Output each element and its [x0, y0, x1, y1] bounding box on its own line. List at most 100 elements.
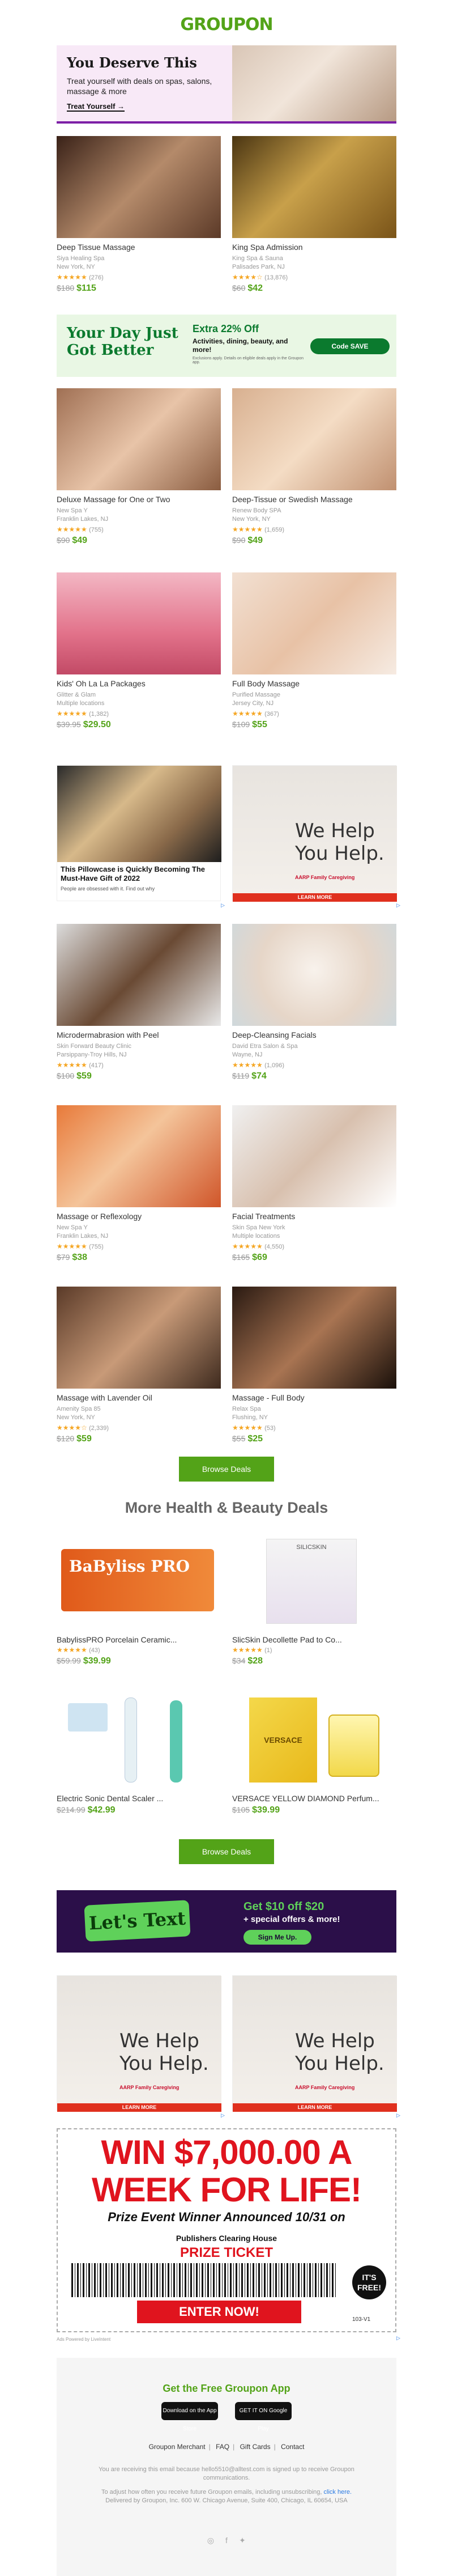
learn-more-button[interactable]: LEARN MORE	[57, 2103, 221, 2112]
old-price: $90	[232, 536, 246, 545]
deal-card[interactable]: King Spa Admission King Spa & Sauna Pali…	[232, 136, 396, 294]
deal-title[interactable]: Deep Tissue Massage	[57, 243, 221, 252]
groupon-logo[interactable]: GROUPON	[0, 15, 453, 35]
hero-banner[interactable]: You Deserve This Treat yourself with dea…	[57, 45, 396, 124]
footer-link-faq[interactable]: FAQ	[216, 2443, 229, 2451]
rating-stars: ★★★★★ (53)	[232, 1424, 276, 1432]
deal-price: $165 $69	[232, 1253, 396, 1263]
product-title[interactable]: Electric Sonic Dental Scaler ...	[57, 1794, 221, 1803]
product-card[interactable]: Electric Sonic Dental Scaler ... $214.99…	[57, 1692, 221, 1815]
deal-image	[57, 1287, 221, 1389]
deal-title[interactable]: Facial Treatments	[232, 1212, 396, 1221]
deal-merchant: King Spa & Sauna	[232, 255, 283, 262]
deal-location: Parsippany-Troy Hills, NJ	[57, 1051, 127, 1058]
adchoices-icon[interactable]: ▷	[396, 2335, 400, 2341]
deal-title[interactable]: Microdermabrasion with Peel	[57, 1030, 221, 1039]
pch-sweepstakes-ad[interactable]: WIN $7,000.00 A WEEK FOR LIFE! Prize Eve…	[57, 2128, 396, 2332]
learn-more-button[interactable]: LEARN MORE	[233, 2103, 397, 2112]
perfume-bottle	[328, 1714, 379, 1777]
deal-card[interactable]: Deluxe Massage for One or Two New Spa Y …	[57, 388, 221, 546]
deal-merchant: Skin Spa New York	[232, 1224, 285, 1231]
deal-card[interactable]: Deep-Cleansing Facials David Etra Salon …	[232, 924, 396, 1081]
hero-image	[232, 45, 396, 121]
pillowcase-ad[interactable]: This Pillowcase is Quickly Becoming The …	[57, 765, 221, 901]
rating-count: (1,096)	[264, 1062, 284, 1069]
aarp-ad[interactable]: We Help You Help. AARP Family Caregiving…	[57, 1975, 221, 2112]
deal-card[interactable]: Deep-Tissue or Swedish Massage Renew Bod…	[232, 388, 396, 546]
ad-headline[interactable]: This Pillowcase is Quickly Becoming The …	[61, 865, 213, 883]
new-price: $42.99	[87, 1805, 116, 1815]
new-price: $59	[76, 1434, 92, 1444]
deal-price: $79 $38	[57, 1253, 221, 1263]
ad-subtext[interactable]: People are obsessed with it. Find out wh…	[61, 886, 155, 892]
product-card[interactable]: SILICSKIN SlicSkin Decollette Pad to Co.…	[232, 1533, 396, 1666]
rating-count: (13,876)	[264, 274, 288, 281]
adchoices-icon[interactable]: ▷	[221, 2112, 225, 2119]
product-card[interactable]: VERSACE VERSACE YELLOW DIAMOND Perfum...…	[232, 1692, 396, 1815]
deal-title[interactable]: Massage or Reflexology	[57, 1212, 221, 1221]
deal-location: Jersey City, NJ	[232, 700, 274, 707]
deal-title[interactable]: Massage with Lavender Oil	[57, 1393, 221, 1402]
footer-link-contact[interactable]: Contact	[281, 2443, 304, 2451]
browse-deals-button-2[interactable]: Browse Deals	[179, 1839, 274, 1864]
learn-more-button[interactable]: LEARN MORE	[233, 893, 397, 902]
deal-title[interactable]: Full Body Massage	[232, 679, 396, 688]
new-price: $69	[252, 1253, 267, 1262]
deal-card[interactable]: Microdermabrasion with Peel Skin Forward…	[57, 924, 221, 1081]
deal-title[interactable]: Deep-Tissue or Swedish Massage	[232, 495, 396, 504]
deal-title[interactable]: King Spa Admission	[232, 243, 396, 252]
promo-categories: Activities, dining, beauty, and more!	[193, 337, 288, 354]
enter-now-button[interactable]: ENTER NOW!	[137, 2301, 301, 2323]
browse-deals-button[interactable]: Browse Deals	[179, 1457, 274, 1482]
promo-code-button[interactable]: Code SAVE	[310, 338, 390, 354]
deal-title[interactable]: Kids' Oh La La Packages	[57, 679, 221, 688]
sign-me-up-button[interactable]: Sign Me Up.	[243, 1930, 311, 1945]
old-price: $109	[232, 720, 250, 729]
deal-card[interactable]: Facial Treatments Skin Spa New York Mult…	[232, 1105, 396, 1263]
deal-price: $120 $59	[57, 1434, 221, 1444]
facebook-icon[interactable]: f	[221, 2535, 232, 2546]
deal-title[interactable]: Deluxe Massage for One or Two	[57, 495, 221, 504]
footer-links: Groupon Merchant | FAQ | Gift Cards | Conta…	[148, 2443, 305, 2451]
product-price: $34 $28	[232, 1656, 396, 1666]
old-price: $34	[232, 1656, 246, 1665]
deal-title[interactable]: Deep-Cleansing Facials	[232, 1030, 396, 1039]
lets-text-badge: Let's Text	[84, 1900, 191, 1942]
rating-stars: ★★★★★ (1,659)	[232, 525, 284, 533]
deal-card[interactable]: Full Body Massage Purified Massage Jerse…	[232, 572, 396, 730]
google-play-badge[interactable]: GET IT ON Google Play	[235, 2402, 292, 2432]
product-card[interactable]: BaByliss PRO BabylissPRO Porcelain Ceram…	[57, 1533, 221, 1666]
deal-title[interactable]: Massage - Full Body	[232, 1393, 396, 1402]
deal-price: $90 $49	[232, 536, 396, 546]
twitter-icon[interactable]: ✦	[237, 2535, 248, 2546]
scaler-device	[170, 1700, 182, 1783]
aarp-ad[interactable]: We Help You Help. AARP Family Caregiving…	[232, 765, 397, 902]
new-price: $74	[251, 1071, 267, 1081]
deal-card[interactable]: Massage with Lavender Oil Amenity Spa 85…	[57, 1287, 221, 1444]
adchoices-icon[interactable]: ▷	[221, 902, 225, 909]
old-price: $59.99	[57, 1656, 81, 1665]
hero-title: You Deserve This	[67, 54, 197, 71]
deal-card[interactable]: Massage - Full Body Relax Spa Flushing, …	[232, 1287, 396, 1444]
unsubscribe-link[interactable]: click here.	[324, 2489, 352, 2496]
old-price: $180	[57, 283, 75, 292]
adchoices-icon[interactable]: ▷	[396, 2112, 400, 2119]
rating-count: (1,659)	[264, 527, 284, 533]
footer-link-merchant[interactable]: Groupon Merchant	[149, 2443, 206, 2451]
app-store-badge[interactable]: Download on the App Store	[161, 2402, 218, 2432]
deal-card[interactable]: Kids' Oh La La Packages Glitter & Glam M…	[57, 572, 221, 730]
aarp-ad[interactable]: We Help You Help. AARP Family Caregiving…	[232, 1975, 397, 2112]
instagram-icon[interactable]: ◎	[205, 2535, 216, 2546]
deal-card[interactable]: Deep Tissue Massage Siya Healing Spa New…	[57, 136, 221, 294]
footer-link-gift-cards[interactable]: Gift Cards	[240, 2443, 271, 2451]
sms-signup-banner[interactable]: Let's Text Get $10 off $20 + special off…	[57, 1890, 396, 1953]
product-title[interactable]: BabylissPRO Porcelain Ceramic...	[57, 1635, 221, 1644]
deal-card[interactable]: Massage or Reflexology New Spa Y Frankli…	[57, 1105, 221, 1263]
hero-cta-link[interactable]: Treat Yourself →	[67, 102, 125, 112]
promo-banner[interactable]: Your Day Just Got Better Extra 22% Off A…	[57, 315, 396, 377]
powered-by-liveintent[interactable]: Ads Powered by LiveIntent	[57, 2337, 110, 2342]
deal-price: $39.95 $29.50	[57, 720, 221, 730]
adchoices-icon[interactable]: ▷	[396, 902, 400, 909]
product-title[interactable]: SlicSkin Decollette Pad to Co...	[232, 1635, 396, 1644]
product-title[interactable]: VERSACE YELLOW DIAMOND Perfum...	[232, 1794, 396, 1803]
